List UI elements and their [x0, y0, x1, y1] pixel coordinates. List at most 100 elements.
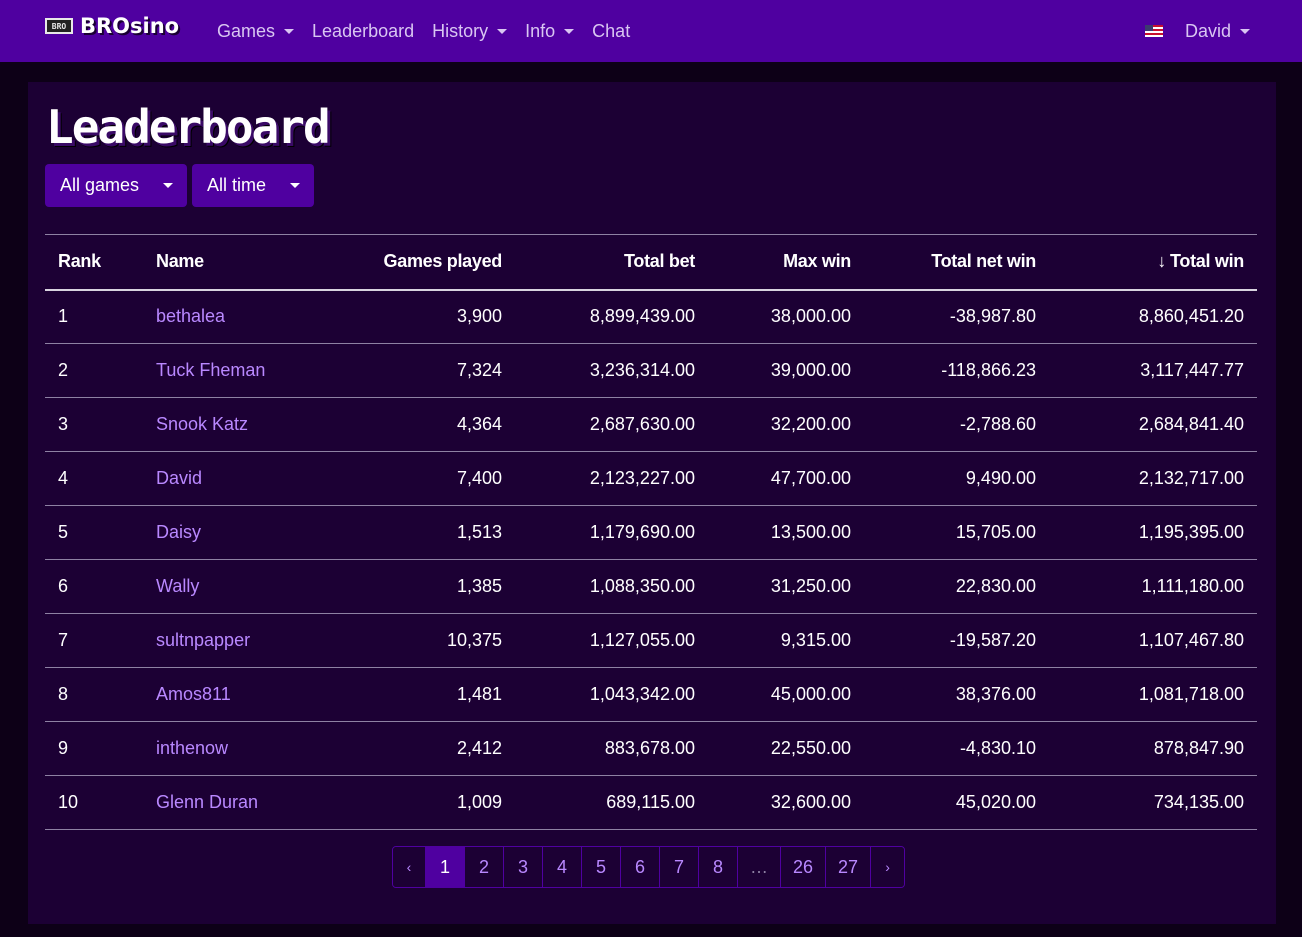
header-rank[interactable]: Rank	[45, 235, 143, 290]
nav-info-label: Info	[525, 20, 556, 41]
page-button-6[interactable]: 6	[621, 847, 660, 887]
cell-total-net-win: 15,705.00	[955, 522, 1036, 542]
cell-total-win: 878,847.90	[1153, 738, 1244, 758]
header-total-net-win[interactable]: Total net win	[864, 235, 1049, 290]
arrow-down-icon: ↓	[1157, 251, 1167, 272]
cell-total-win: 734,135.00	[1153, 792, 1244, 812]
nav-history[interactable]: History	[432, 20, 508, 42]
nav-games[interactable]: Games	[217, 21, 295, 42]
cell-rank: 8	[58, 684, 69, 704]
player-link[interactable]: Amos811	[156, 684, 231, 704]
header-max-win[interactable]: Max win	[708, 235, 864, 290]
table-row: 1 bethalea 3,900 8,899,439.00 38,000.00 …	[45, 290, 1257, 344]
chevron-down-icon	[163, 183, 174, 188]
header-total-bet[interactable]: Total bet	[515, 235, 708, 290]
cell-games-played: 7,400	[456, 468, 502, 488]
player-link[interactable]: inthenow	[156, 738, 228, 758]
nav-leaderboard-label: Leaderboard	[312, 20, 415, 41]
nav-links: Games Leaderboard History Info Chat	[217, 0, 648, 62]
table-row: 10 Glenn Duran 1,009 689,115.00 32,600.0…	[45, 776, 1257, 830]
cell-max-win: 45,000.00	[770, 684, 851, 704]
page-button-8[interactable]: 8	[699, 847, 738, 887]
player-link[interactable]: Wally	[156, 576, 199, 596]
chevron-down-icon	[1240, 28, 1250, 34]
filters: All games All time	[45, 164, 315, 207]
table-row: 3 Snook Katz 4,364 2,687,630.00 32,200.0…	[45, 398, 1257, 452]
game-filter-dropdown[interactable]: All games	[45, 164, 188, 207]
player-link[interactable]: Glenn Duran	[156, 792, 258, 812]
cell-name: inthenow	[143, 722, 293, 776]
pagination-prev-button[interactable]: ‹	[393, 847, 426, 887]
chevron-down-icon	[290, 183, 301, 188]
table-row: 2 Tuck Fheman 7,324 3,236,314.00 39,000.…	[45, 344, 1257, 398]
user-name: David	[1184, 20, 1231, 41]
page-button-4[interactable]: 4	[543, 847, 582, 887]
top-navbar: BRO BROsino Games Leaderboard History In…	[0, 0, 1302, 62]
cell-name: David	[143, 452, 293, 506]
cell-total-bet: 8,899,439.00	[589, 306, 695, 327]
user-menu[interactable]: David	[1185, 21, 1250, 42]
cell-max-win: 38,000.00	[770, 306, 851, 327]
player-link[interactable]: Snook Katz	[156, 414, 248, 434]
player-link[interactable]: Tuck Fheman	[156, 360, 265, 380]
cell-total-net-win: 38,376.00	[955, 684, 1036, 704]
cell-total-win: 1,111,180.00	[1141, 576, 1244, 596]
cell-games-played: 1,385	[456, 576, 502, 596]
cell-total-win: 8,860,451.20	[1138, 306, 1244, 327]
page-title: Leaderboard	[46, 100, 331, 154]
brand[interactable]: BRO BROsino	[45, 14, 179, 38]
nav-leaderboard[interactable]: Leaderboard	[312, 21, 414, 42]
table-row: 5 Daisy 1,513 1,179,690.00 13,500.00 15,…	[45, 506, 1257, 560]
page-button-1[interactable]: 1	[426, 847, 465, 887]
leaderboard-table: Rank Name Games played Total bet Max win…	[45, 234, 1257, 830]
cell-total-bet: 3,236,314.00	[589, 360, 695, 380]
cell-games-played: 7,324	[456, 360, 502, 380]
page-button-2[interactable]: 2	[465, 847, 504, 887]
cell-name: bethalea	[143, 290, 293, 344]
table-row: 6 Wally 1,385 1,088,350.00 31,250.00 22,…	[45, 560, 1257, 614]
header-total-win-label: Total win	[1170, 251, 1244, 272]
cell-games-played: 2,412	[456, 738, 502, 758]
page-button-3[interactable]: 3	[504, 847, 543, 887]
nav-info[interactable]: Info	[525, 20, 575, 42]
header-games-played[interactable]: Games played	[293, 235, 515, 290]
cell-total-bet: 2,123,227.00	[589, 468, 695, 488]
page-button-27[interactable]: 27	[826, 847, 872, 887]
chevron-down-icon	[284, 28, 295, 34]
cell-max-win: 32,600.00	[770, 792, 851, 812]
nav-history-label: History	[432, 20, 489, 41]
cell-total-bet: 689,115.00	[606, 792, 695, 812]
cell-name: Amos811	[143, 668, 293, 722]
cell-games-played: 1,513	[456, 522, 502, 542]
player-link[interactable]: David	[156, 468, 202, 488]
page-button-7[interactable]: 7	[660, 847, 699, 887]
period-filter-dropdown[interactable]: All time	[192, 164, 315, 207]
cell-total-net-win: -4,830.10	[959, 738, 1036, 758]
cell-rank: 7	[58, 630, 69, 650]
brand-logo-icon: BRO	[45, 18, 73, 34]
player-link[interactable]: sultnpapper	[156, 630, 250, 650]
cell-total-net-win: 22,830.00	[955, 576, 1036, 596]
player-link[interactable]: bethalea	[156, 306, 225, 326]
cell-rank: 9	[58, 738, 69, 758]
chevron-down-icon	[497, 28, 508, 34]
game-filter-label: All games	[60, 175, 140, 195]
header-total-win[interactable]: ↓ Total win	[1049, 235, 1257, 290]
cell-max-win: 22,550.00	[770, 738, 851, 758]
header-name[interactable]: Name	[143, 235, 293, 290]
cell-total-win: 2,132,717.00	[1138, 468, 1244, 488]
cell-total-bet: 1,179,690.00	[589, 522, 695, 542]
page-button-26[interactable]: 26	[781, 847, 827, 887]
page-button-5[interactable]: 5	[582, 847, 621, 887]
cell-total-bet: 883,678.00	[604, 738, 695, 758]
player-link[interactable]: Daisy	[156, 522, 201, 542]
us-flag-icon[interactable]	[1144, 25, 1163, 37]
cell-total-bet: 1,043,342.00	[589, 684, 695, 704]
cell-rank: 10	[58, 792, 79, 812]
cell-rank: 3	[58, 414, 69, 434]
cell-name: Daisy	[143, 506, 293, 560]
nav-chat[interactable]: Chat	[592, 21, 630, 42]
cell-rank: 1	[58, 306, 69, 327]
cell-total-win: 1,195,395.00	[1138, 522, 1244, 542]
pagination-next-button[interactable]: ›	[871, 847, 905, 887]
